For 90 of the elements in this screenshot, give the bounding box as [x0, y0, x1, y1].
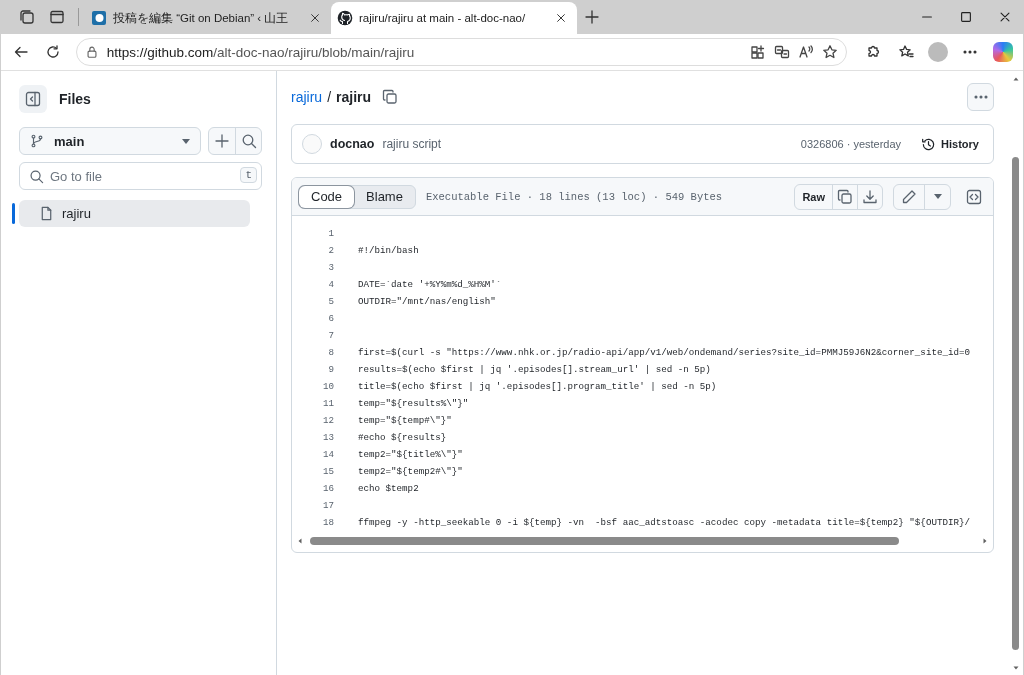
path-separator: / [327, 89, 331, 105]
translate-icon[interactable] [774, 44, 791, 60]
code-icon [966, 188, 982, 205]
view-tab[interactable]: Blame [354, 185, 415, 208]
line-number: 8 [327, 346, 334, 360]
history-icon [921, 136, 937, 152]
left-arrow-icon[interactable] [296, 537, 304, 545]
code-line: temp2="${temp2#\"}" [358, 465, 464, 479]
commit-message[interactable]: rajiru script [382, 137, 442, 151]
line-number: 16 [321, 482, 334, 496]
code-line: title=$(echo $first | jq '.episodes[].program_title' | sed -n 5p) [358, 380, 718, 394]
right-arrow-icon[interactable] [981, 537, 989, 545]
caret-icon [182, 138, 190, 144]
search-icon [240, 133, 257, 149]
file-info: Executable File · 18 lines (13 loc) · 549 Bytes [425, 190, 723, 203]
line-number: 1 [327, 227, 334, 241]
file-icon [39, 206, 54, 221]
code-line: echo $temp2 [358, 482, 420, 496]
reload-icon [45, 44, 62, 60]
lock-icon [84, 45, 99, 59]
site-favicon-icon [91, 10, 107, 26]
close-icon [309, 12, 321, 24]
code-line: first=$(curl -s "https://www.nhk.or.jp/radio-api/app/v1/web/ondemand/series?site_id=PMMJ59J6N2&corner_site_id=0 [358, 346, 971, 360]
up-arrow-icon[interactable] [1011, 75, 1020, 83]
sidebar-icon [49, 9, 65, 25]
copy-icon [837, 188, 853, 205]
collapse-panel-button[interactable] [19, 85, 47, 113]
repo-link[interactable]: rajiru [291, 89, 323, 105]
line-number: 13 [321, 431, 334, 445]
line-number: 6 [327, 312, 334, 326]
copilot-icon [992, 42, 1013, 62]
line-number: 12 [321, 414, 334, 428]
split-screen-icon[interactable] [750, 44, 767, 60]
tabs-icon [19, 9, 35, 25]
line-number: 7 [327, 329, 334, 343]
shortcut-key: t [240, 167, 257, 183]
avatar-icon [928, 42, 949, 62]
search-icon [29, 169, 44, 184]
commit-info: 0326806 · yesterday [800, 138, 902, 150]
down-arrow-icon[interactable] [1011, 664, 1020, 672]
file-name: rajiru [336, 89, 372, 105]
commit-author[interactable]: docnao [330, 137, 375, 151]
browser-tab[interactable]: rajiru/rajiru at main - alt-doc-nao/ [331, 2, 577, 34]
history-button[interactable]: History [917, 136, 983, 152]
url-text: https://github.com/alt-doc-nao/rajiru/blob/main/rajiru [106, 44, 416, 60]
line-number: 3 [327, 261, 334, 275]
read-aloud-icon[interactable] [798, 44, 815, 60]
download-icon [862, 188, 878, 205]
code-line: DATE=`date '+%Y%m%d_%H%M'` [358, 278, 503, 292]
maximize-icon [958, 10, 973, 24]
line-number: 15 [321, 465, 334, 479]
line-number: 11 [321, 397, 334, 411]
line-number: 10 [321, 380, 334, 394]
code-line: results=$(echo $first | jq '.episodes[].stream_url' | sed -n 5p) [358, 363, 712, 377]
avatar-icon [302, 134, 322, 154]
line-number: 17 [321, 499, 334, 513]
copy-icon [382, 89, 399, 105]
code-line: temp="${temp#\"}" [358, 414, 453, 428]
address-bar[interactable]: https://github.com/alt-doc-nao/rajiru/blob/main/rajiru [75, 38, 848, 66]
caret-icon [933, 194, 942, 199]
browser-tab[interactable]: 投稿を編集 “Git on Debian” ‹ 山王 [85, 2, 331, 34]
line-number: 5 [327, 295, 334, 309]
branch-icon [30, 134, 44, 148]
line-number: 4 [327, 278, 334, 292]
favorites-icon [897, 44, 914, 60]
cat-favicon-icon [337, 10, 353, 26]
selection-indicator [12, 203, 15, 224]
view-tab[interactable]: Code [299, 185, 355, 208]
panel-icon [25, 91, 41, 107]
line-number: 2 [327, 244, 334, 258]
code-line: #!/bin/bash [358, 244, 420, 258]
code-line: OUTDIR="/mnt/nas/english" [358, 295, 497, 309]
close-icon [555, 12, 567, 24]
puzzle-icon [865, 44, 882, 60]
pencil-icon [901, 188, 917, 205]
line-number: 18 [321, 516, 334, 530]
plus-icon [584, 9, 600, 25]
plus-icon [214, 133, 230, 149]
code-line: ffmpeg -y -http_seekable 0 -i ${temp} -vn -bsf aac_adtstoasc -acodec copy -metadata title=${temp2} "${OUTDIR}/ [358, 516, 971, 530]
code-line: temp2="${title%\"}" [358, 448, 464, 462]
star-icon[interactable] [822, 44, 839, 60]
tab-title: rajiru/rajiru at main - alt-doc-nao/ [359, 12, 527, 24]
panel-title: Files [59, 91, 91, 107]
branch-selector[interactable]: main [19, 127, 201, 155]
code-line: temp="${results%\"}" [358, 397, 470, 411]
back-arrow-icon [13, 44, 30, 60]
line-number: 9 [327, 363, 334, 377]
line-number: 14 [321, 448, 334, 462]
tab-title: 投稿を編集 “Git on Debian” ‹ 山王 [113, 10, 290, 26]
code-line: #echo ${results} [358, 431, 448, 445]
